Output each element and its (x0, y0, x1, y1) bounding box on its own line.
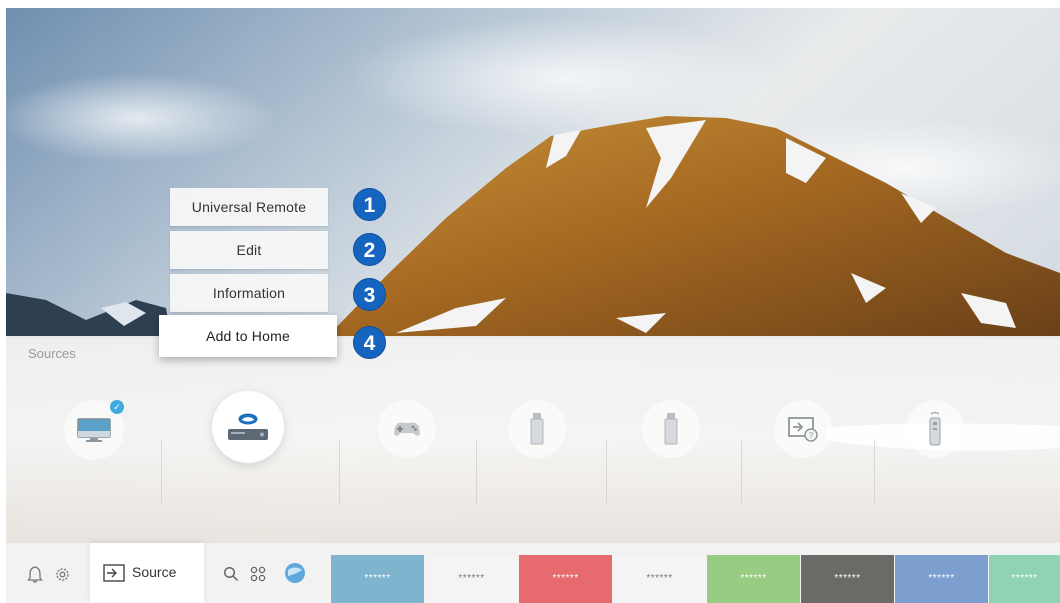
callout-badge-3: 3 (353, 278, 386, 311)
connection-guide-icon: ? (788, 417, 818, 442)
source-game-console[interactable] (378, 400, 436, 458)
source-usb-2[interactable] (642, 400, 700, 458)
app-tile[interactable]: ****** (707, 555, 800, 603)
callout-badge-4: 4 (353, 326, 386, 359)
menu-item-edit[interactable]: Edit (170, 231, 328, 269)
svg-text:?: ? (809, 431, 814, 440)
sources-label: Sources (28, 346, 76, 361)
source-divider (874, 440, 875, 504)
source-divider (741, 440, 742, 504)
home-bar: Source ****** ****** ****** ****** ****** ***… (6, 543, 1060, 603)
menu-item-information[interactable]: Information (170, 274, 328, 312)
menu-item-universal-remote[interactable]: Universal Remote (170, 188, 328, 226)
app-tile[interactable]: ****** (519, 555, 612, 603)
search-icon[interactable] (222, 565, 240, 583)
app-tile[interactable]: ****** (331, 555, 424, 603)
app-tile[interactable]: ****** (989, 555, 1060, 603)
checkmark-icon: ✓ (110, 400, 124, 414)
source-universal-remote[interactable] (906, 400, 964, 458)
background-landscape (6, 8, 1060, 548)
source-divider (476, 440, 477, 504)
tv-icon (77, 418, 111, 442)
source-divider (339, 440, 340, 504)
bluray-player-icon (228, 413, 268, 440)
source-connection-guide[interactable]: ? (774, 400, 832, 458)
usb-drive-icon (530, 413, 544, 445)
tv-screen: Universal Remote Edit Information Add to… (6, 8, 1060, 603)
globe-icon[interactable] (284, 562, 306, 584)
source-button-label: Source (132, 564, 177, 580)
bell-icon[interactable] (26, 565, 44, 583)
app-tile[interactable]: ****** (895, 555, 988, 603)
menu-item-add-to-home[interactable]: Add to Home (159, 315, 337, 357)
app-tile[interactable]: ****** (613, 555, 706, 603)
source-input-icon (103, 564, 125, 582)
source-divider (161, 440, 162, 504)
app-tile[interactable]: ****** (801, 555, 894, 603)
source-usb-1[interactable] (508, 400, 566, 458)
source-divider (606, 440, 607, 504)
apps-icon[interactable] (249, 565, 267, 583)
remote-control-icon (929, 411, 941, 446)
callout-badge-1: 1 (353, 188, 386, 221)
gear-icon[interactable] (53, 565, 71, 583)
usb-drive-icon (664, 413, 678, 445)
callout-badge-2: 2 (353, 233, 386, 266)
game-console-icon (394, 422, 420, 436)
source-button[interactable]: Source (90, 543, 204, 603)
source-bluray[interactable] (212, 391, 284, 463)
app-tile[interactable]: ****** (425, 555, 518, 603)
